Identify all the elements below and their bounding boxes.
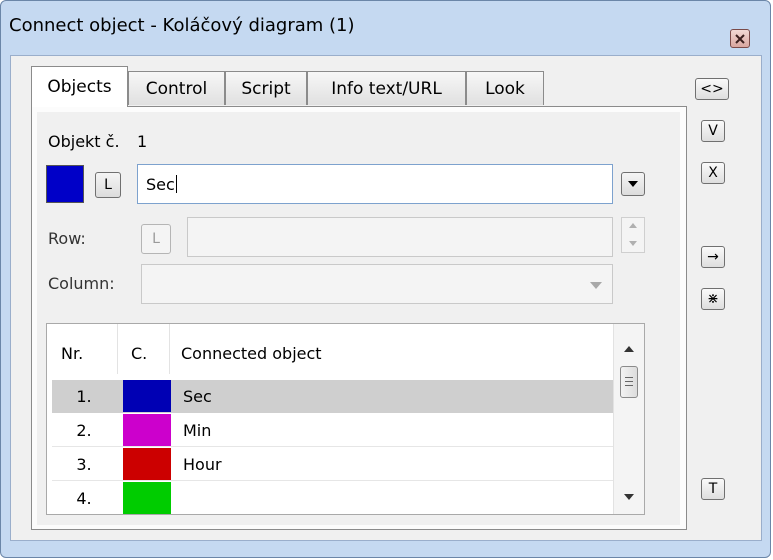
table-row[interactable]: 3. Hour xyxy=(52,448,615,481)
tab-script[interactable]: Script xyxy=(225,71,307,105)
cancel-button[interactable]: X xyxy=(701,162,725,184)
column-header-nr: Nr. xyxy=(61,344,84,363)
tab-look[interactable]: Look xyxy=(466,71,544,105)
column-select[interactable] xyxy=(141,264,613,304)
close-button[interactable] xyxy=(730,29,750,48)
row-number: 1. xyxy=(76,387,92,406)
l-button[interactable]: L xyxy=(95,172,121,198)
column-label: Column: xyxy=(48,274,115,293)
window-title: Connect object - Koláčový diagram (1) xyxy=(9,15,355,36)
column-header-connected-object: Connected object xyxy=(181,344,322,363)
row-object-name: Min xyxy=(183,421,212,440)
row-label: Row: xyxy=(48,229,86,248)
table-row[interactable]: 4. xyxy=(52,482,615,515)
tab-info-text-url[interactable]: Info text/URL xyxy=(307,71,466,105)
tab-info-text-url-label: Info text/URL xyxy=(331,78,442,99)
split-button[interactable]: ⋇ xyxy=(701,288,725,310)
dialog-window: Connect object - Koláčový diagram (1) Ob… xyxy=(0,0,771,558)
row-color-swatch xyxy=(123,414,171,446)
row-object-name: Hour xyxy=(183,455,222,474)
row-color-swatch xyxy=(123,380,171,412)
chevron-down-icon xyxy=(628,180,638,187)
tab-objects-label: Objects xyxy=(47,77,112,97)
scroll-up-icon xyxy=(624,346,634,352)
text-button[interactable]: T xyxy=(701,478,725,500)
tab-look-label: Look xyxy=(485,78,525,99)
row-number: 3. xyxy=(76,455,92,474)
spinner-up-icon xyxy=(629,223,637,228)
table-row[interactable]: 2. Min xyxy=(52,414,615,447)
row-l-button[interactable]: L xyxy=(141,224,171,254)
table-row[interactable]: 1. Sec xyxy=(52,380,615,413)
object-name-value: Sec xyxy=(146,174,175,194)
connected-objects-table: Nr. C. Connected object 1. Sec 2. Min 3.… xyxy=(46,323,645,515)
apply-arrow-button[interactable]: → xyxy=(701,246,725,268)
spinner-down-icon xyxy=(629,241,637,246)
row-number: 4. xyxy=(76,489,92,508)
row-object-name: Sec xyxy=(183,387,212,406)
row-color-swatch xyxy=(123,482,171,514)
tab-objects[interactable]: Objects xyxy=(31,66,128,107)
table-scrollbar[interactable] xyxy=(613,324,644,514)
tab-script-label: Script xyxy=(241,78,291,99)
row-spinner[interactable] xyxy=(621,217,645,253)
tab-control[interactable]: Control xyxy=(128,71,225,105)
chevron-down-icon xyxy=(590,282,602,289)
column-header-color: C. xyxy=(131,344,148,363)
tab-control-label: Control xyxy=(145,78,208,99)
object-name-dropdown-button[interactable] xyxy=(621,172,645,196)
row-number: 2. xyxy=(76,421,92,440)
close-icon xyxy=(735,33,745,44)
swap-button[interactable]: <> xyxy=(695,78,729,100)
object-number-label: Objekt č. xyxy=(48,132,120,151)
scrollbar-thumb[interactable] xyxy=(620,366,638,398)
row-color-swatch xyxy=(123,448,171,480)
object-name-input[interactable]: Sec xyxy=(137,164,613,204)
row-input[interactable] xyxy=(187,217,613,257)
scroll-down-icon xyxy=(624,494,634,500)
object-number-value: 1 xyxy=(137,132,148,151)
confirm-button[interactable]: V xyxy=(701,120,725,142)
object-color-swatch[interactable] xyxy=(46,165,84,203)
